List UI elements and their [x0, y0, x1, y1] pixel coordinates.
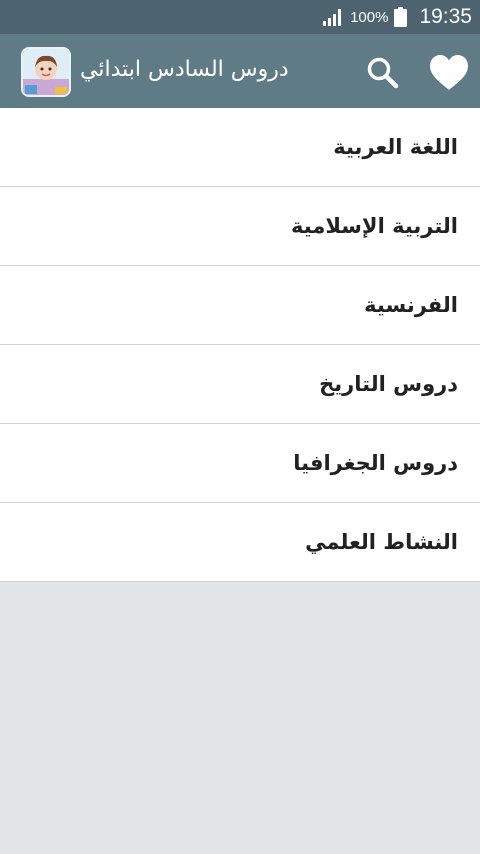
app-bar: دروس السادس ابتدائي: [0, 34, 480, 108]
list-item-label: الفرنسية: [364, 293, 458, 317]
status-indicators: 100% 19:35: [322, 0, 472, 34]
list-item-label: اللغة العربية: [333, 135, 458, 159]
list-item-islamic-education[interactable]: التربية الإسلامية: [0, 187, 480, 266]
subject-list: اللغة العربية التربية الإسلامية الفرنسية…: [0, 108, 480, 582]
heart-icon: [430, 55, 468, 90]
battery-percent: 100%: [350, 8, 389, 26]
list-item-label: التربية الإسلامية: [291, 214, 458, 238]
search-icon: [367, 57, 399, 89]
list-item-science-activity[interactable]: النشاط العلمي: [0, 503, 480, 582]
status-time: 19:35: [419, 5, 472, 28]
favorites-button[interactable]: [428, 54, 470, 92]
battery-icon: [394, 7, 408, 27]
signal-icon: [323, 9, 342, 26]
child-photo-icon: [23, 49, 69, 95]
list-item-french[interactable]: الفرنسية: [0, 266, 480, 345]
list-item-label: النشاط العلمي: [305, 530, 458, 554]
status-bar: 100% 19:35: [0, 0, 480, 34]
search-button[interactable]: [364, 54, 402, 92]
list-item-label: دروس الجغرافيا: [293, 451, 458, 475]
list-item-history[interactable]: دروس التاريخ: [0, 345, 480, 424]
list-item-label: دروس التاريخ: [319, 372, 458, 396]
app-avatar: [21, 47, 71, 97]
app-title: دروس السادس ابتدائي: [80, 57, 289, 82]
list-item-arabic[interactable]: اللغة العربية: [0, 108, 480, 187]
list-item-geography[interactable]: دروس الجغرافيا: [0, 424, 480, 503]
